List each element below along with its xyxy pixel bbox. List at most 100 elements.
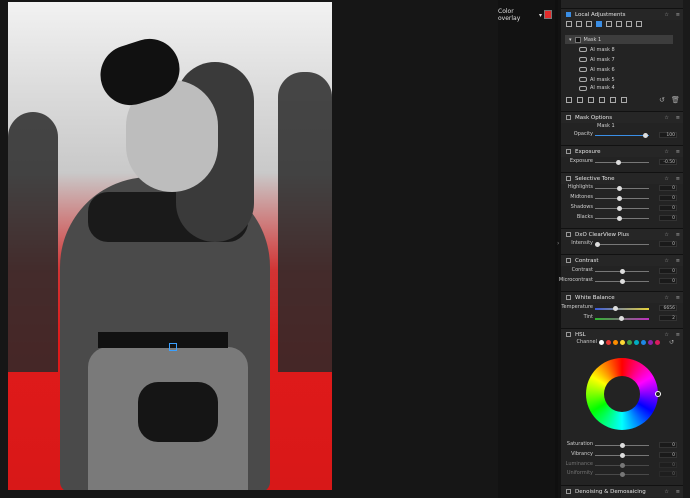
contrast-slider-row[interactable]: Contrast 0	[561, 267, 683, 275]
section-header[interactable]: Mask Options ☆ ≡	[561, 112, 683, 123]
menu-icon[interactable]: ≡	[676, 258, 680, 264]
photo-preview[interactable]	[8, 2, 332, 490]
image-canvas[interactable]	[0, 0, 498, 498]
shadows-slider-row[interactable]: Shadows 0	[561, 204, 683, 212]
channel-color-dot[interactable]	[634, 340, 639, 345]
brush-tool-icon[interactable]	[576, 21, 582, 27]
microcontrast-slider-row[interactable]: Microcontrast 0	[559, 277, 683, 285]
channel-color-dot[interactable]	[599, 340, 604, 345]
slider-knob[interactable]	[620, 471, 625, 477]
slider-track[interactable]	[595, 218, 649, 219]
slider-value[interactable]: 0	[659, 185, 677, 191]
exposure-slider-row[interactable]: Exposure -0.50	[561, 158, 683, 166]
vibrancy-slider-row[interactable]: Vibrancy 0	[561, 451, 683, 459]
channel-color-dot[interactable]	[613, 340, 618, 345]
highlights-slider-row[interactable]: Highlights 0	[561, 184, 683, 192]
gradient-tool-icon[interactable]	[606, 21, 612, 27]
auto-mask-tool-icon[interactable]	[616, 21, 622, 27]
slider-value[interactable]: 0	[659, 462, 677, 468]
slider-value[interactable]: 0	[659, 215, 677, 221]
favorite-icon[interactable]: ☆	[664, 258, 668, 264]
menu-icon[interactable]: ≡	[676, 232, 680, 238]
picker-tool-icon[interactable]	[626, 21, 632, 27]
slider-value[interactable]: 0	[659, 442, 677, 448]
slider-track[interactable]	[595, 244, 649, 245]
invert-mask-icon[interactable]	[610, 97, 616, 103]
slider-knob[interactable]	[617, 215, 622, 221]
channel-color-dot[interactable]	[641, 340, 646, 345]
slider-value[interactable]: 0	[659, 195, 677, 201]
section-header[interactable]: Selective Tone ☆ ≡	[561, 173, 683, 184]
menu-icon[interactable]: ≡	[676, 115, 680, 121]
channel-color-dot[interactable]	[648, 340, 653, 345]
favorite-icon[interactable]: ☆	[664, 332, 668, 338]
opacity-slider-row[interactable]: Opacity 100	[561, 131, 683, 139]
overlay-color-swatch[interactable]	[544, 10, 552, 19]
channel-color-dot[interactable]	[620, 340, 625, 345]
channel-color-dot[interactable]	[627, 340, 632, 345]
menu-icon[interactable]: ≡	[676, 149, 680, 155]
slider-value[interactable]: -0.50	[659, 159, 677, 165]
uniformity-slider-row[interactable]: Uniformity 0	[561, 470, 683, 478]
temperature-track[interactable]	[595, 308, 649, 310]
mask-list-item[interactable]: AI mask 4	[565, 85, 673, 91]
slider-value[interactable]: 0	[659, 241, 677, 247]
add-mask-icon[interactable]	[566, 97, 572, 103]
hue-wheel-handle[interactable]	[655, 391, 661, 397]
opacity-track[interactable]	[595, 135, 649, 136]
delete-icon[interactable]: 🗑	[671, 96, 680, 104]
ai-mask-tool-icon[interactable]	[596, 21, 602, 27]
slider-value[interactable]: 0	[659, 278, 677, 284]
slider-knob[interactable]	[617, 205, 622, 211]
section-header[interactable]: Exposure ☆ ≡	[561, 146, 683, 157]
visibility-icon[interactable]	[621, 97, 627, 103]
slider-track[interactable]	[595, 208, 649, 209]
saturation-slider-row[interactable]: Saturation 0	[561, 441, 683, 449]
slider-knob[interactable]	[617, 185, 622, 191]
slider-value[interactable]: 0	[659, 205, 677, 211]
slider-value[interactable]: 0	[659, 268, 677, 274]
reset-icon[interactable]: ↺	[659, 96, 665, 104]
slider-knob[interactable]	[620, 278, 625, 284]
slider-knob[interactable]	[619, 315, 624, 321]
favorite-icon[interactable]: ☆	[664, 295, 668, 301]
favorite-icon[interactable]: ☆	[664, 232, 668, 238]
mask-list-item[interactable]: AI mask 7	[565, 55, 673, 64]
duplicate-mask-icon[interactable]	[588, 97, 594, 103]
panel-scrollbar[interactable]	[683, 0, 690, 498]
tint-slider-row[interactable]: Tint 2	[561, 314, 683, 322]
slider-track[interactable]	[595, 188, 649, 189]
section-header[interactable]: Local Adjustments ☆ ≡	[561, 9, 683, 20]
menu-icon[interactable]: ≡	[676, 332, 680, 338]
copy-mask-icon[interactable]	[599, 97, 605, 103]
mask-list-item[interactable]: AI mask 8	[565, 45, 673, 54]
slider-knob[interactable]	[620, 442, 625, 448]
mask-list-item[interactable]: AI mask 5	[565, 75, 673, 84]
favorite-icon[interactable]: ☆	[664, 489, 668, 495]
luminance-slider-row[interactable]: Luminance 0	[561, 461, 683, 469]
favorite-icon[interactable]: ☆	[664, 12, 668, 18]
section-header[interactable]: DxO ClearView Plus ☆ ≡	[561, 229, 683, 240]
slider-knob[interactable]	[620, 268, 625, 274]
blacks-slider-row[interactable]: Blacks 0	[561, 214, 683, 222]
mask-anchor-handle[interactable]	[169, 343, 177, 351]
favorite-icon[interactable]: ☆	[664, 149, 668, 155]
slider-value[interactable]: 0	[659, 452, 677, 458]
eraser-tool-icon[interactable]	[586, 21, 592, 27]
mask-list-item[interactable]: ▾ Mask 1	[565, 35, 673, 44]
intensity-slider-row[interactable]: Intensity 0	[561, 240, 683, 248]
control-point-tool-icon[interactable]	[566, 21, 572, 27]
slider-value[interactable]: 6656	[659, 305, 677, 311]
midtones-slider-row[interactable]: Midtones 0	[561, 194, 683, 202]
favorite-icon[interactable]: ☆	[664, 115, 668, 121]
opacity-value[interactable]: 100	[659, 132, 677, 138]
overlay-mode-select[interactable]: Color overlay ▾	[498, 8, 542, 22]
slider-knob[interactable]	[595, 241, 600, 247]
slider-value[interactable]: 0	[659, 471, 677, 477]
slider-value[interactable]: 2	[659, 315, 677, 321]
menu-icon[interactable]: ≡	[676, 295, 680, 301]
slider-track[interactable]	[595, 198, 649, 199]
temperature-slider-row[interactable]: Temperature 6656	[561, 304, 683, 312]
menu-icon[interactable]: ≡	[676, 176, 680, 182]
section-header[interactable]: Denoising & Demosaicing ☆ ≡	[561, 486, 683, 497]
